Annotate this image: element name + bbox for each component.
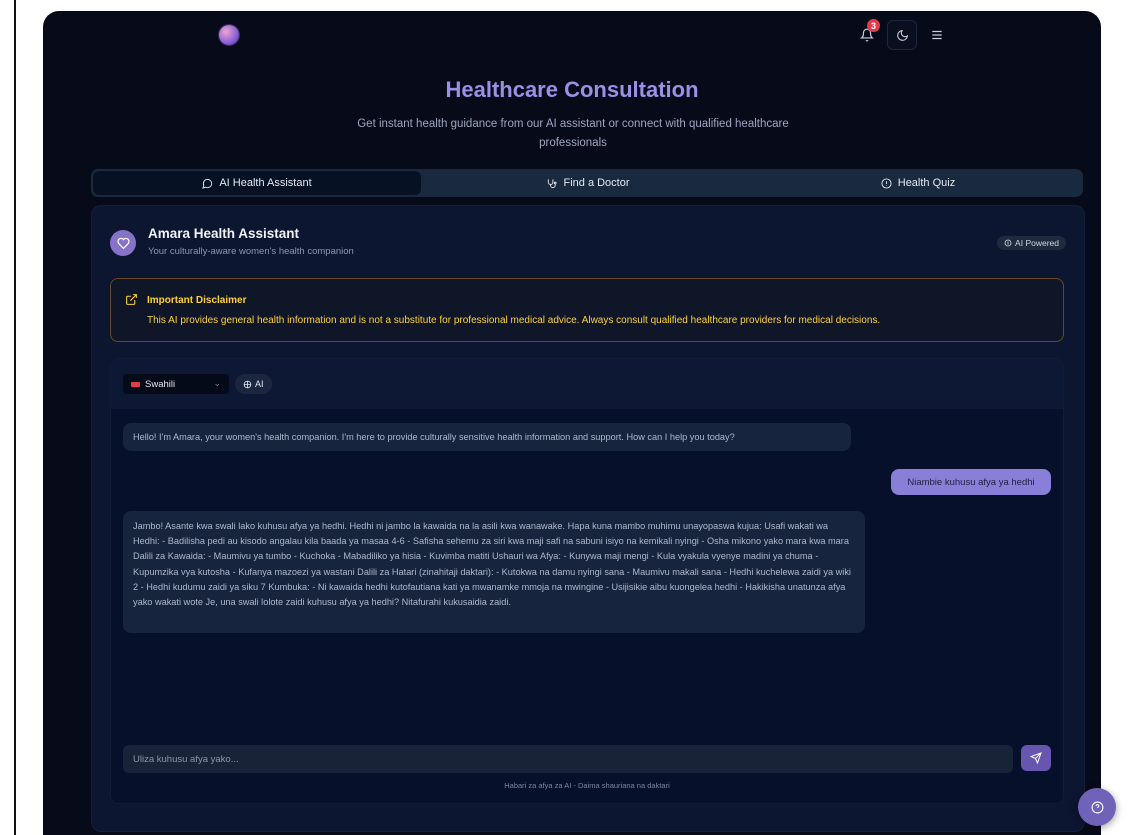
help-icon: [1091, 801, 1103, 813]
theme-toggle-button[interactable]: [887, 20, 917, 50]
language-select[interactable]: Swahili ⌄: [123, 374, 229, 394]
left-border: [14, 0, 16, 835]
tab-health-quiz[interactable]: Health Quiz: [753, 169, 1083, 197]
external-warning-icon: [126, 294, 137, 305]
disclaimer-text: This AI provides general health informat…: [147, 315, 881, 326]
chat-bubble-icon: [202, 178, 213, 189]
disclaimer-title: Important Disclaimer: [147, 295, 247, 306]
assistant-card: Amara Health Assistant Your culturally-a…: [91, 205, 1085, 832]
notification-count-badge: 3: [867, 19, 880, 32]
app-window: 3 Healthcare Consultation Get instant he…: [43, 11, 1101, 835]
stethoscope-icon: [548, 178, 558, 188]
send-button[interactable]: [1021, 745, 1051, 771]
hamburger-menu-icon: [932, 30, 942, 40]
ai-mode-badge: AI: [235, 374, 272, 394]
message-text: Hello! I'm Amara, your women's health co…: [133, 432, 735, 442]
message-text: Niambie kuhusu afya ya hedhi: [907, 476, 1035, 488]
flag-icon: [131, 381, 140, 387]
chat-panel: Swahili ⌄ AI Hello! I'm Amara, your wome…: [110, 358, 1064, 804]
globe-icon: [243, 380, 252, 388]
moon-icon: [896, 29, 908, 41]
chat-input-placeholder: Uliza kuhusu afya yako...: [133, 753, 239, 765]
app-logo[interactable]: [219, 25, 239, 45]
message-text: Jambo! Asante kwa swali lako kuhusu afya…: [133, 521, 851, 608]
disclaimer-box: Important Disclaimer This AI provides ge…: [110, 278, 1064, 342]
assistant-tagline: Your culturally-aware women's health com…: [148, 246, 354, 257]
ai-chip-icon: [1004, 239, 1012, 247]
chat-input[interactable]: Uliza kuhusu afya yako...: [123, 745, 1013, 773]
user-message: Niambie kuhusu afya ya hedhi: [891, 469, 1051, 495]
ai-powered-badge: AI Powered: [997, 236, 1066, 250]
consultation-tabs: AI Health Assistant Find a Doctor Health…: [91, 169, 1083, 197]
top-actions: 3: [853, 19, 951, 50]
notifications-button[interactable]: 3: [853, 19, 881, 49]
chat-header: Swahili ⌄ AI: [111, 359, 1063, 409]
tab-label: AI Health Assistant: [219, 177, 312, 189]
tab-ai-health-assistant[interactable]: AI Health Assistant: [93, 171, 421, 195]
help-button[interactable]: [1078, 788, 1116, 826]
bot-message: Jambo! Asante kwa swali lako kuhusu afya…: [123, 511, 865, 633]
page-subtitle: Get instant health guidance from our AI …: [357, 118, 789, 149]
chat-footer-note: Habari za afya za AI - Daima shauriana n…: [504, 781, 670, 790]
assistant-name: Amara Health Assistant: [148, 226, 300, 241]
send-icon: [1030, 752, 1042, 764]
tab-label: Health Quiz: [897, 177, 956, 189]
chevron-down-icon: ⌄: [213, 378, 221, 388]
ai-badge-label: AI Powered: [1015, 238, 1059, 248]
bot-message: Hello! I'm Amara, your women's health co…: [123, 423, 851, 451]
ai-mode-label: AI: [255, 379, 264, 389]
assistant-avatar: [110, 230, 136, 256]
tab-label: Find a Doctor: [563, 177, 630, 189]
page-title: Healthcare Consultation: [445, 77, 699, 102]
language-label: Swahili: [145, 378, 176, 390]
heart-icon: [116, 237, 130, 249]
tab-find-a-doctor[interactable]: Find a Doctor: [423, 169, 753, 197]
menu-button[interactable]: [923, 21, 951, 49]
quiz-icon: [881, 177, 892, 189]
